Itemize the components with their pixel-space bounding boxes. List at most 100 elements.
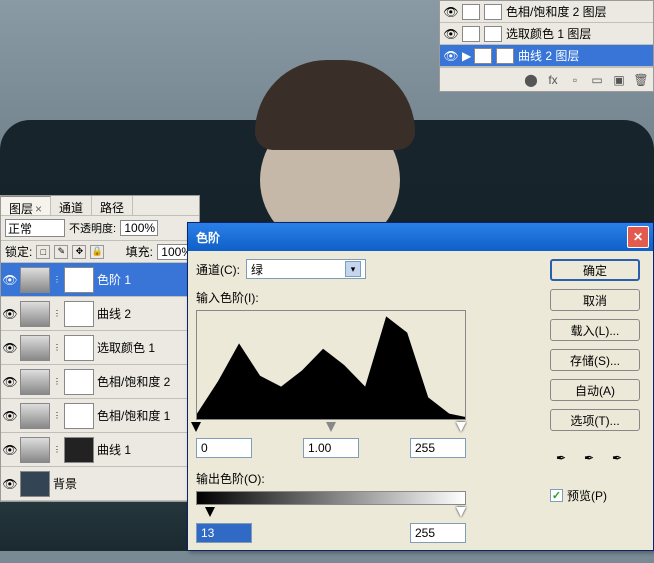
link-icon[interactable]: ⋮ bbox=[53, 343, 61, 352]
layer-row[interactable]: 👁 ⋮ 曲线 1 bbox=[1, 433, 199, 467]
output-white-field[interactable] bbox=[410, 523, 466, 543]
close-tab-icon[interactable]: × bbox=[35, 202, 42, 216]
layer-mask bbox=[496, 48, 514, 64]
black-eyedropper-icon[interactable]: ✒ bbox=[550, 447, 572, 469]
layer-row[interactable]: 👁 ⋮ 曲线 2 bbox=[1, 297, 199, 331]
gray-eyedropper-icon[interactable]: ✒ bbox=[578, 447, 600, 469]
visibility-icon[interactable]: 👁 bbox=[3, 273, 17, 287]
visibility-icon[interactable]: 👁 bbox=[3, 375, 17, 389]
options-button[interactable]: 选项(T)... bbox=[550, 409, 640, 431]
layer-name: 色阶 1 bbox=[97, 271, 197, 288]
top-layer-row[interactable]: 👁 选取颜色 1 图层 bbox=[440, 23, 653, 45]
mask-icon[interactable]: ▫ bbox=[567, 72, 583, 88]
levels-dialog: 色阶 ✕ 通道(C): 绿 ▾ 输入色阶(I): bbox=[187, 222, 654, 551]
layer-name: 色相/饱和度 2 bbox=[97, 373, 197, 390]
white-eyedropper-icon[interactable]: ✒ bbox=[606, 447, 628, 469]
visibility-icon[interactable]: 👁 bbox=[444, 49, 458, 63]
layer-row[interactable]: 👁 ⋮ 色相/饱和度 1 bbox=[1, 399, 199, 433]
adjustment-thumb bbox=[20, 267, 50, 293]
layer-row[interactable]: 👁 背景 bbox=[1, 467, 199, 501]
eyedropper-group: ✒ ✒ ✒ bbox=[550, 447, 645, 469]
mask-thumb bbox=[64, 301, 94, 327]
channel-label: 通道(C): bbox=[196, 261, 240, 278]
top-layers-panel: 👁 色相/饱和度 2 图层 👁 选取颜色 1 图层 👁 ▶ 曲线 2 图层 ⬤ … bbox=[439, 0, 654, 92]
layer-thumb bbox=[474, 48, 492, 64]
folder-icon[interactable]: ▭ bbox=[589, 72, 605, 88]
layer-label: 选取颜色 1 图层 bbox=[506, 25, 591, 42]
trash-icon[interactable]: 🗑 bbox=[633, 72, 649, 88]
opacity-label: 不透明度: bbox=[69, 220, 116, 236]
adjustment-thumb bbox=[20, 403, 50, 429]
auto-button[interactable]: 自动(A) bbox=[550, 379, 640, 401]
lock-pixels-icon[interactable]: ✎ bbox=[54, 245, 68, 259]
save-button[interactable]: 存储(S)... bbox=[550, 349, 640, 371]
visibility-icon[interactable]: 👁 bbox=[3, 307, 17, 321]
link-icon[interactable]: ⋮ bbox=[53, 445, 61, 454]
layer-name: 曲线 2 bbox=[97, 305, 197, 322]
dialog-titlebar[interactable]: 色阶 ✕ bbox=[188, 223, 653, 251]
layer-name: 选取颜色 1 bbox=[97, 339, 197, 356]
layer-row[interactable]: 👁 ⋮ 色阶 1 bbox=[1, 263, 199, 297]
layer-mask bbox=[484, 26, 502, 42]
chevron-down-icon[interactable]: ▾ bbox=[345, 261, 361, 277]
midpoint-handle[interactable] bbox=[326, 422, 336, 432]
layer-label: 曲线 2 图层 bbox=[518, 47, 579, 64]
link-icon[interactable]: ⋮ bbox=[53, 411, 61, 420]
link-icon[interactable]: ⬤ bbox=[523, 72, 539, 88]
visibility-icon[interactable]: 👁 bbox=[444, 27, 458, 41]
channel-select[interactable]: 绿 ▾ bbox=[246, 259, 366, 279]
white-point-handle[interactable] bbox=[456, 422, 466, 432]
fx-icon[interactable]: fx bbox=[545, 72, 561, 88]
load-button[interactable]: 载入(L)... bbox=[550, 319, 640, 341]
visibility-icon[interactable]: 👁 bbox=[3, 443, 17, 457]
visibility-icon[interactable]: 👁 bbox=[444, 5, 458, 19]
layer-thumb bbox=[462, 26, 480, 42]
input-black-field[interactable] bbox=[196, 438, 252, 458]
link-icon[interactable]: ⋮ bbox=[53, 275, 61, 284]
adjustment-thumb bbox=[20, 369, 50, 395]
blend-mode-select[interactable]: 正常 bbox=[5, 219, 65, 237]
preview-checkbox[interactable]: ✓ bbox=[550, 489, 563, 502]
tab-channels[interactable]: 通道 bbox=[51, 196, 92, 215]
input-gamma-field[interactable] bbox=[303, 438, 359, 458]
lock-position-icon[interactable]: ✥ bbox=[72, 245, 86, 259]
dialog-title: 色阶 bbox=[192, 229, 627, 246]
opacity-input[interactable]: 100% bbox=[120, 220, 158, 236]
new-icon[interactable]: ▣ bbox=[611, 72, 627, 88]
layer-row[interactable]: 👁 ⋮ 选取颜色 1 bbox=[1, 331, 199, 365]
top-layer-row[interactable]: 👁 色相/饱和度 2 图层 bbox=[440, 1, 653, 23]
visibility-icon[interactable]: 👁 bbox=[3, 477, 17, 491]
fill-label: 填充: bbox=[126, 243, 153, 260]
black-point-handle[interactable] bbox=[191, 422, 201, 432]
layer-label: 色相/饱和度 2 图层 bbox=[506, 3, 607, 20]
lock-controls: 锁定: □ ✎ ✥ 🔒 填充: 100% bbox=[1, 241, 199, 263]
input-levels-label: 输入色阶(I): bbox=[196, 289, 542, 306]
output-slider[interactable] bbox=[196, 507, 466, 519]
output-black-handle[interactable] bbox=[205, 507, 215, 517]
tab-layers[interactable]: 图层× bbox=[1, 196, 51, 215]
mask-thumb bbox=[64, 437, 94, 463]
lock-all-icon[interactable]: 🔒 bbox=[90, 245, 104, 259]
input-white-field[interactable] bbox=[410, 438, 466, 458]
layer-row[interactable]: 👁 ⋮ 色相/饱和度 2 bbox=[1, 365, 199, 399]
lock-transparent-icon[interactable]: □ bbox=[36, 245, 50, 259]
mask-thumb bbox=[64, 267, 94, 293]
output-white-handle[interactable] bbox=[456, 507, 466, 517]
adjustment-thumb bbox=[20, 335, 50, 361]
close-button[interactable]: ✕ bbox=[627, 226, 649, 248]
visibility-icon[interactable]: 👁 bbox=[3, 341, 17, 355]
cancel-button[interactable]: 取消 bbox=[550, 289, 640, 311]
adjustment-thumb bbox=[20, 301, 50, 327]
mask-thumb bbox=[64, 403, 94, 429]
output-black-field[interactable] bbox=[196, 523, 252, 543]
top-layer-row[interactable]: 👁 ▶ 曲线 2 图层 bbox=[440, 45, 653, 67]
preview-label: 预览(P) bbox=[567, 487, 607, 504]
visibility-icon[interactable]: 👁 bbox=[3, 409, 17, 423]
ok-button[interactable]: 确定 bbox=[550, 259, 640, 281]
link-icon[interactable]: ⋮ bbox=[53, 309, 61, 318]
top-panel-footer: ⬤ fx ▫ ▭ ▣ 🗑 bbox=[440, 67, 653, 91]
tab-paths[interactable]: 路径 bbox=[92, 196, 133, 215]
adjustment-thumb bbox=[20, 437, 50, 463]
link-icon[interactable]: ⋮ bbox=[53, 377, 61, 386]
input-slider[interactable] bbox=[196, 422, 466, 434]
